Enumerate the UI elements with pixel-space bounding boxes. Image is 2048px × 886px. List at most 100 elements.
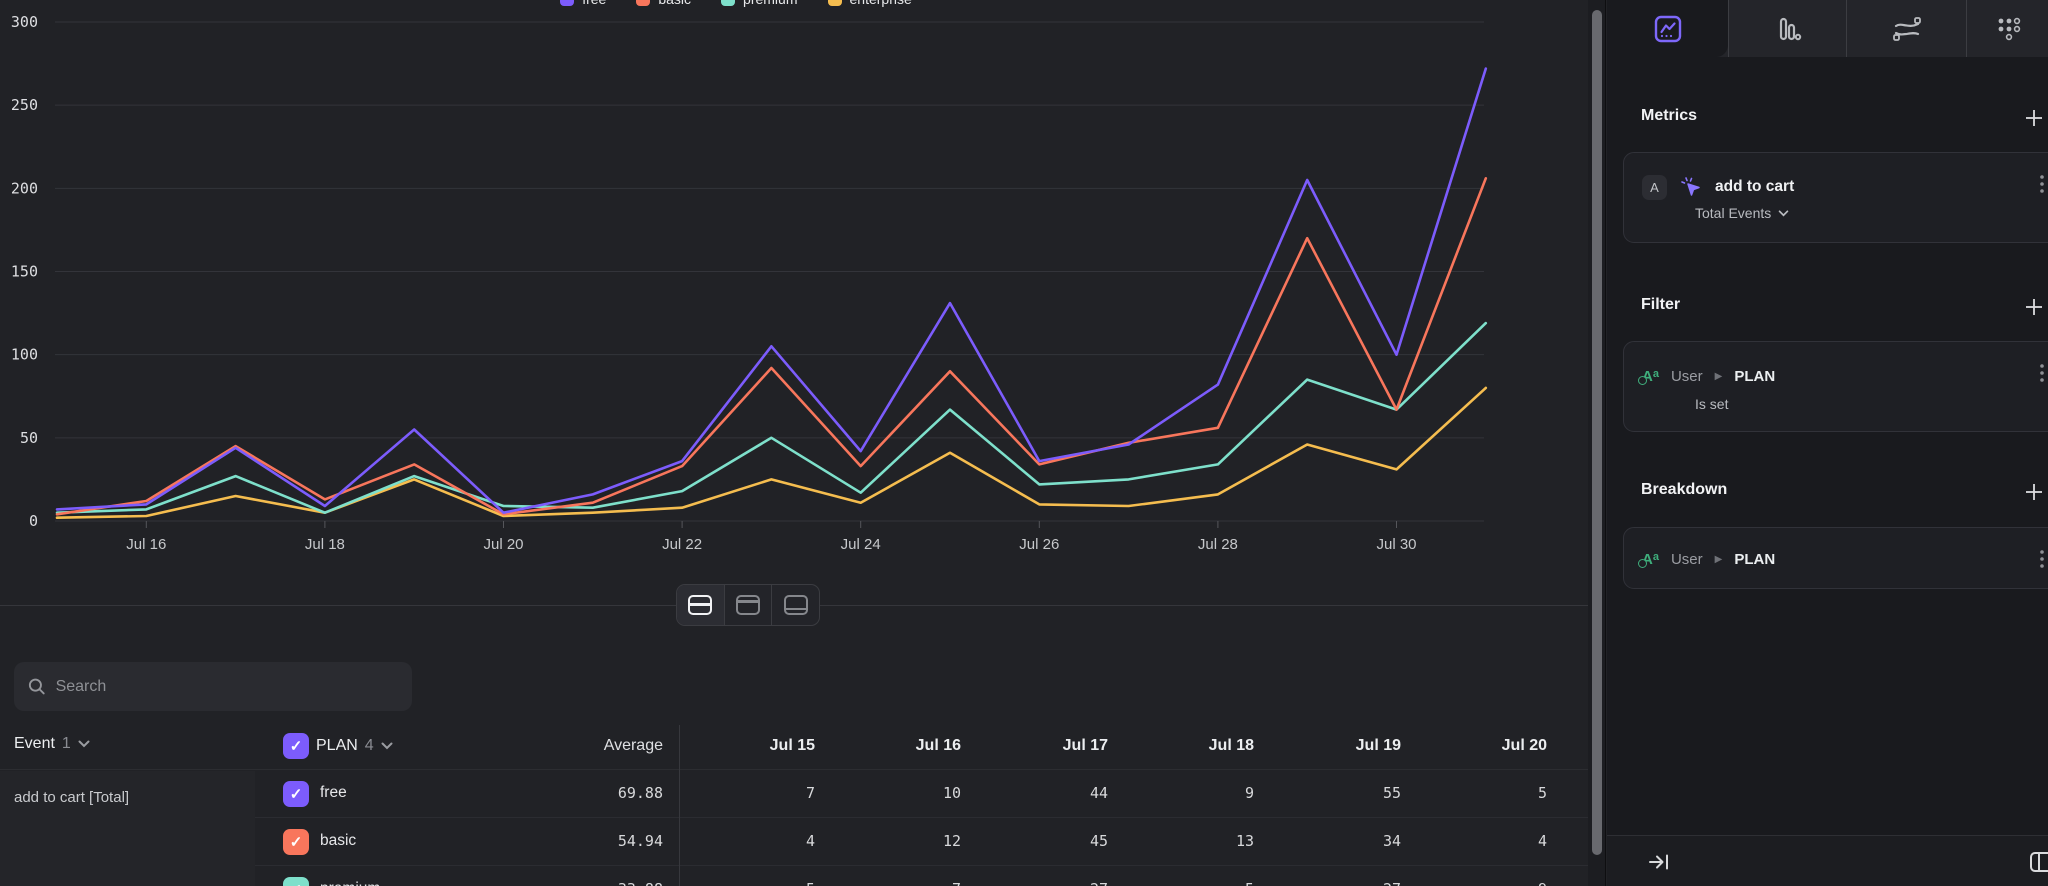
y-axis-tick-label: 100 (11, 346, 38, 364)
row-cell-value: 9 (1538, 880, 1547, 886)
aggregation-dropdown[interactable]: Total Events (1695, 205, 1789, 221)
breadcrumb-arrow-icon: ▶ (1715, 371, 1723, 382)
chevron-down-icon (78, 740, 90, 748)
query-builder-panel: Metrics A add to cart Total Events (1607, 0, 2048, 886)
tab-more-chart-types[interactable] (1967, 0, 2048, 57)
y-axis-tick-label: 50 (20, 429, 38, 447)
metrics-section-title: Metrics (1641, 107, 1697, 125)
main-panel: freebasicpremiumenterprise 0501001502002… (0, 0, 1588, 886)
date-column-header: Jul 17 (1063, 737, 1108, 755)
table-header: Event 1 ✓ PLAN 4 Average Jul 15Jul 16Jul… (0, 725, 1588, 770)
layout-chart-top-button[interactable] (725, 585, 773, 625)
chart-top-icon (736, 595, 760, 615)
date-column-header: Jul 20 (1502, 737, 1547, 755)
add-filter-button[interactable] (2024, 297, 2044, 317)
row-average-value: 33.88 (618, 880, 663, 886)
row-cell-value: 34 (1383, 832, 1401, 850)
row-checkbox-free[interactable]: ✓ (283, 781, 309, 807)
bar-chart-icon (1773, 14, 1803, 44)
metric-series-badge: A (1642, 175, 1667, 200)
breadcrumb-arrow-icon: ▶ (1715, 554, 1723, 565)
row-label: basic (320, 832, 356, 850)
row-cell-value: 7 (952, 880, 961, 886)
line-chart-icon (1653, 14, 1683, 44)
row-cell-value: 12 (943, 832, 961, 850)
row-cell-value: 44 (1090, 784, 1108, 802)
chart-bottom-icon (784, 595, 808, 615)
series-line-free (57, 69, 1486, 513)
event-column-dropdown[interactable]: Event 1 (14, 735, 90, 753)
event-header-count: 1 (62, 735, 71, 753)
breakdown-card[interactable]: Aa User ▶ PLAN (1623, 527, 2048, 589)
y-axis-tick-label: 200 (11, 179, 38, 197)
plan-column-dropdown[interactable]: ✓ PLAN 4 (283, 733, 393, 759)
search-input[interactable] (56, 678, 398, 696)
chart-type-tabbar (1607, 0, 2048, 57)
search-icon (28, 677, 46, 696)
series-line-enterprise (57, 388, 1486, 518)
line-chart: 0 50 100 150 200 250 300 Jul 16 Jul 18 Jul 20 Jul … (0, 0, 1588, 560)
x-axis-tick-label: Jul 26 (1019, 536, 1059, 553)
y-axis-tick-label: 0 (29, 512, 38, 530)
x-axis-tick-label: Jul 28 (1198, 536, 1238, 553)
filter-menu-button[interactable] (2040, 364, 2044, 382)
date-column-header: Jul 18 (1209, 737, 1254, 755)
row-cell-value: 45 (1090, 832, 1108, 850)
x-axis-tick-label: Jul 16 (126, 536, 166, 553)
text-property-icon: Aa (1642, 551, 1659, 568)
series-line-premium (57, 323, 1486, 513)
tab-line-chart[interactable] (1607, 0, 1728, 57)
plan-select-all-checkbox[interactable]: ✓ (283, 733, 309, 759)
date-column-header: Jul 16 (916, 737, 961, 755)
sidebar-bottom-bar (1607, 835, 2048, 886)
y-axis-tick-label: 300 (11, 13, 38, 31)
metric-event-name: add to cart (1715, 178, 1794, 196)
event-header-label: Event (14, 735, 55, 753)
tab-bar-chart[interactable] (1728, 0, 1847, 57)
x-axis-tick-label: Jul 18 (305, 536, 345, 553)
layout-chart-bottom-button[interactable] (772, 585, 819, 625)
collapse-panel-icon[interactable] (1648, 852, 1672, 872)
row-cell-value: 27 (1090, 880, 1108, 886)
breakdown-entity: User (1671, 551, 1703, 568)
layout-toggle-group (676, 584, 820, 626)
analytics-app: freebasicpremiumenterprise 0501001502002… (0, 0, 2048, 886)
scrollbar-thumb[interactable] (1592, 10, 1602, 855)
row-label: free (320, 784, 347, 802)
table-row-basic: ✓basic54.944124513344 (255, 818, 1588, 866)
row-cell-value: 55 (1383, 784, 1401, 802)
table-row-free: ✓free69.88710449555 (255, 770, 1588, 818)
y-axis-tick-label: 250 (11, 96, 38, 114)
plan-header-label: PLAN (316, 737, 358, 755)
date-column-header: Jul 19 (1356, 737, 1401, 755)
row-cell-value: 5 (1245, 880, 1254, 886)
metric-menu-button[interactable] (2040, 175, 2044, 193)
column-divider (679, 725, 680, 886)
panel-layout-icon[interactable] (2029, 851, 2048, 873)
breakdown-menu-button[interactable] (2040, 550, 2044, 568)
row-cell-value: 27 (1383, 880, 1401, 886)
search-box[interactable] (14, 662, 412, 711)
event-total-cell[interactable]: add to cart [Total] (0, 771, 255, 886)
x-axis-tick-label: Jul 24 (841, 536, 881, 553)
row-checkbox-basic[interactable]: ✓ (283, 829, 309, 855)
breakdown-property: PLAN (1734, 551, 1775, 568)
layout-split-button[interactable] (677, 585, 725, 625)
row-checkbox-premium[interactable]: ✓ (283, 877, 309, 886)
y-axis-tick-label: 150 (11, 262, 38, 280)
metric-card[interactable]: A add to cart Total Events (1623, 152, 2048, 243)
row-cell-value: 4 (806, 832, 815, 850)
aggregation-label: Total Events (1695, 205, 1771, 221)
plan-header-count: 4 (365, 737, 374, 755)
scrollbar-track (1588, 0, 1606, 886)
x-axis-tick-label: Jul 20 (483, 536, 523, 553)
add-metric-button[interactable] (2024, 108, 2044, 128)
add-breakdown-button[interactable] (2024, 482, 2044, 502)
row-average-value: 69.88 (618, 784, 663, 802)
filter-condition[interactable]: Is set (1695, 396, 1728, 412)
tab-flow-chart[interactable] (1847, 0, 1967, 57)
filter-card[interactable]: Aa User ▶ PLAN Is set (1623, 341, 2048, 432)
average-column-header: Average (604, 737, 663, 755)
split-horizontal-icon (688, 595, 712, 615)
event-total-label: add to cart [Total] (14, 789, 129, 806)
